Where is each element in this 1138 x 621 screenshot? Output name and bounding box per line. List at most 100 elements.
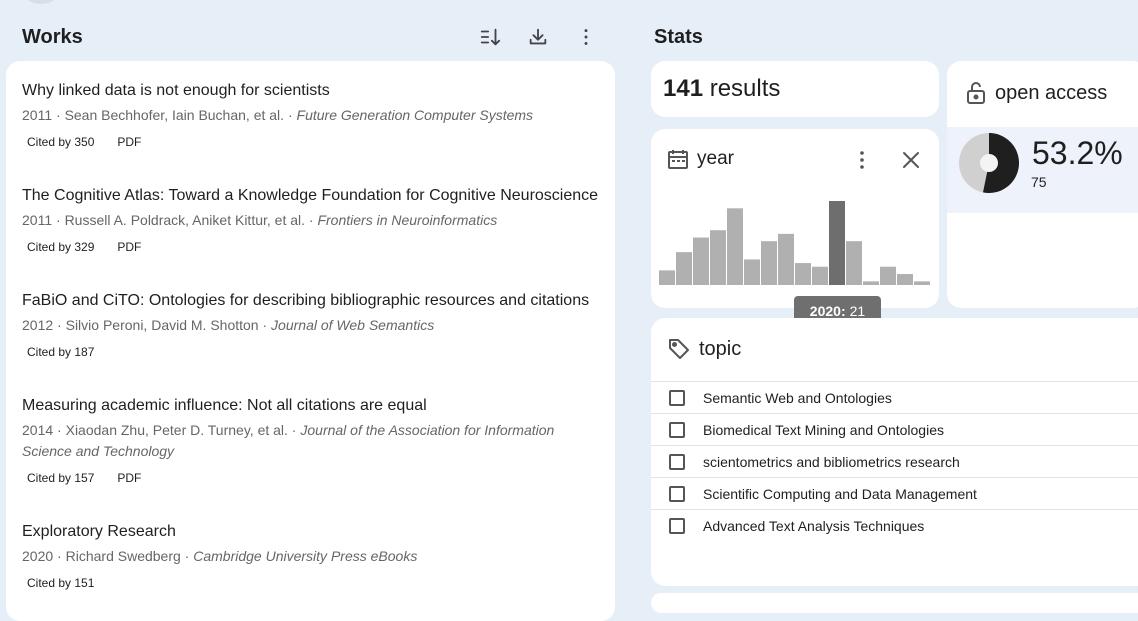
- topic-label: Scientific Computing and Data Management: [703, 485, 977, 502]
- sort-button[interactable]: [477, 24, 503, 50]
- topic-label: Biomedical Text Mining and Ontologies: [703, 421, 944, 438]
- sort-icon: [479, 26, 501, 48]
- results-card: 141 results: [651, 61, 939, 117]
- year-bar[interactable]: [863, 281, 879, 285]
- cited-by-chip[interactable]: Cited by 151: [22, 573, 100, 593]
- separator: ·: [287, 422, 301, 438]
- work-meta: 2011 · Sean Bechhofer, Iain Buchan, et a…: [22, 105, 607, 126]
- work-item[interactable]: Why linked data is not enough for scient…: [22, 81, 607, 152]
- separator: ·: [53, 422, 66, 438]
- more-vert-icon: [575, 26, 597, 48]
- work-authors: Russell A. Poldrack, Aniket Kittur, et a…: [64, 212, 306, 228]
- topic-option[interactable]: Biomedical Text Mining and Ontologies: [651, 414, 1138, 446]
- year-histogram[interactable]: [651, 129, 939, 308]
- year-bar[interactable]: [778, 233, 794, 285]
- year-bar[interactable]: [744, 259, 760, 285]
- work-item[interactable]: Measuring academic influence: Not all ci…: [22, 396, 607, 488]
- tooltip-year: 2020:: [809, 303, 846, 319]
- works-list: Why linked data is not enough for scient…: [6, 61, 615, 621]
- checkbox[interactable]: [669, 517, 685, 534]
- open-access-count: 75: [1031, 174, 1047, 190]
- separator: ·: [258, 317, 272, 333]
- work-year: 2011: [22, 107, 53, 123]
- separator: ·: [52, 212, 65, 228]
- work-authors: Richard Swedberg: [65, 548, 181, 564]
- topic-option[interactable]: Scientific Computing and Data Management: [651, 478, 1138, 510]
- next-filter-card: [651, 593, 1138, 613]
- work-title[interactable]: FaBiO and CiTO: Ontologies for describin…: [22, 291, 607, 311]
- work-chips: Cited by 187: [22, 342, 607, 362]
- topic-option[interactable]: Semantic Web and Ontologies: [651, 382, 1138, 414]
- works-title: Works: [22, 26, 83, 48]
- work-year: 2011: [22, 212, 53, 228]
- work-title[interactable]: Measuring academic influence: Not all ci…: [22, 396, 607, 416]
- work-item[interactable]: FaBiO and CiTO: Ontologies for describin…: [22, 291, 607, 362]
- year-bar[interactable]: [829, 201, 845, 285]
- lock-open-icon: [965, 81, 987, 105]
- checkbox[interactable]: [669, 389, 685, 406]
- topic-label: Semantic Web and Ontologies: [703, 389, 892, 406]
- work-chips: Cited by 350 PDF: [22, 132, 607, 152]
- checkbox[interactable]: [669, 485, 685, 502]
- results-label: results: [703, 75, 781, 102]
- year-bar[interactable]: [880, 266, 896, 285]
- topic-option[interactable]: Advanced Text Analysis Techniques: [651, 510, 1138, 541]
- work-authors: Xiaodan Zhu, Peter D. Turney, et al.: [65, 422, 288, 438]
- work-authors: Sean Bechhofer, Iain Buchan, et al.: [64, 107, 285, 123]
- work-venue: Cambridge University Press eBooks: [193, 548, 418, 564]
- work-meta: 2014 · Xiaodan Zhu, Peter D. Turney, et …: [22, 420, 607, 462]
- cited-by-chip[interactable]: Cited by 157: [22, 468, 100, 488]
- year-bar[interactable]: [676, 252, 692, 285]
- year-bar[interactable]: [761, 241, 777, 285]
- topic-option[interactable]: scientometrics and bibliometrics researc…: [651, 446, 1138, 478]
- work-meta: 2020 · Richard Swedberg · Cambridge Univ…: [22, 546, 607, 567]
- year-bar[interactable]: [812, 266, 828, 285]
- work-title[interactable]: Exploratory Research: [22, 522, 607, 542]
- work-venue: Journal of Web Semantics: [271, 317, 435, 333]
- year-bar[interactable]: [659, 270, 675, 285]
- open-access-card[interactable]: open access 53.2% 75: [947, 61, 1138, 308]
- year-bar[interactable]: [727, 208, 743, 285]
- year-bar[interactable]: [795, 263, 811, 285]
- year-bar[interactable]: [897, 274, 913, 285]
- work-item[interactable]: The Cognitive Atlas: Toward a Knowledge …: [22, 186, 607, 257]
- separator: ·: [53, 317, 66, 333]
- work-year: 2014: [22, 422, 54, 438]
- work-chips: Cited by 157 PDF: [22, 468, 607, 488]
- work-venue: Future Generation Computer Systems: [296, 107, 534, 123]
- cited-by-chip[interactable]: Cited by 187: [22, 342, 100, 362]
- topic-header: topic: [667, 337, 741, 361]
- topic-title: topic: [699, 337, 742, 360]
- checkbox[interactable]: [669, 421, 685, 438]
- open-access-pie: [959, 133, 1019, 193]
- pdf-chip[interactable]: PDF: [112, 132, 147, 152]
- topic-label: scientometrics and bibliometrics researc…: [703, 453, 960, 470]
- separator: ·: [52, 107, 65, 123]
- separator: ·: [284, 107, 297, 123]
- year-bar[interactable]: [846, 241, 862, 285]
- more-options-button[interactable]: [573, 24, 599, 50]
- work-year: 2020: [22, 548, 54, 564]
- topic-filter-card: topic Semantic Web and Ontologies Biomed…: [651, 318, 1138, 586]
- work-title[interactable]: The Cognitive Atlas: Toward a Knowledge …: [22, 186, 607, 206]
- separator: ·: [53, 548, 66, 564]
- stats-title: Stats: [654, 26, 703, 48]
- cited-by-chip[interactable]: Cited by 329: [22, 237, 100, 257]
- download-button[interactable]: [525, 24, 551, 50]
- year-bar[interactable]: [693, 237, 709, 285]
- cited-by-chip[interactable]: Cited by 350: [22, 132, 100, 152]
- work-chips: Cited by 329 PDF: [22, 237, 607, 257]
- year-bar[interactable]: [914, 281, 930, 285]
- work-meta: 2012 · Silvio Peroni, David M. Shotton ·…: [22, 315, 607, 336]
- pdf-chip[interactable]: PDF: [112, 468, 147, 488]
- topic-list: Semantic Web and Ontologies Biomedical T…: [651, 381, 1138, 541]
- open-access-summary[interactable]: 53.2% 75: [947, 127, 1138, 213]
- work-venue: Frontiers in Neuroinformatics: [317, 212, 498, 228]
- tooltip-count: 21: [849, 303, 866, 319]
- work-title[interactable]: Why linked data is not enough for scient…: [22, 81, 607, 101]
- work-item[interactable]: Exploratory Research 2020 · Richard Swed…: [22, 522, 607, 593]
- checkbox[interactable]: [669, 453, 685, 470]
- pdf-chip[interactable]: PDF: [112, 237, 147, 257]
- results-count: 141: [663, 75, 704, 102]
- year-bar[interactable]: [710, 230, 726, 285]
